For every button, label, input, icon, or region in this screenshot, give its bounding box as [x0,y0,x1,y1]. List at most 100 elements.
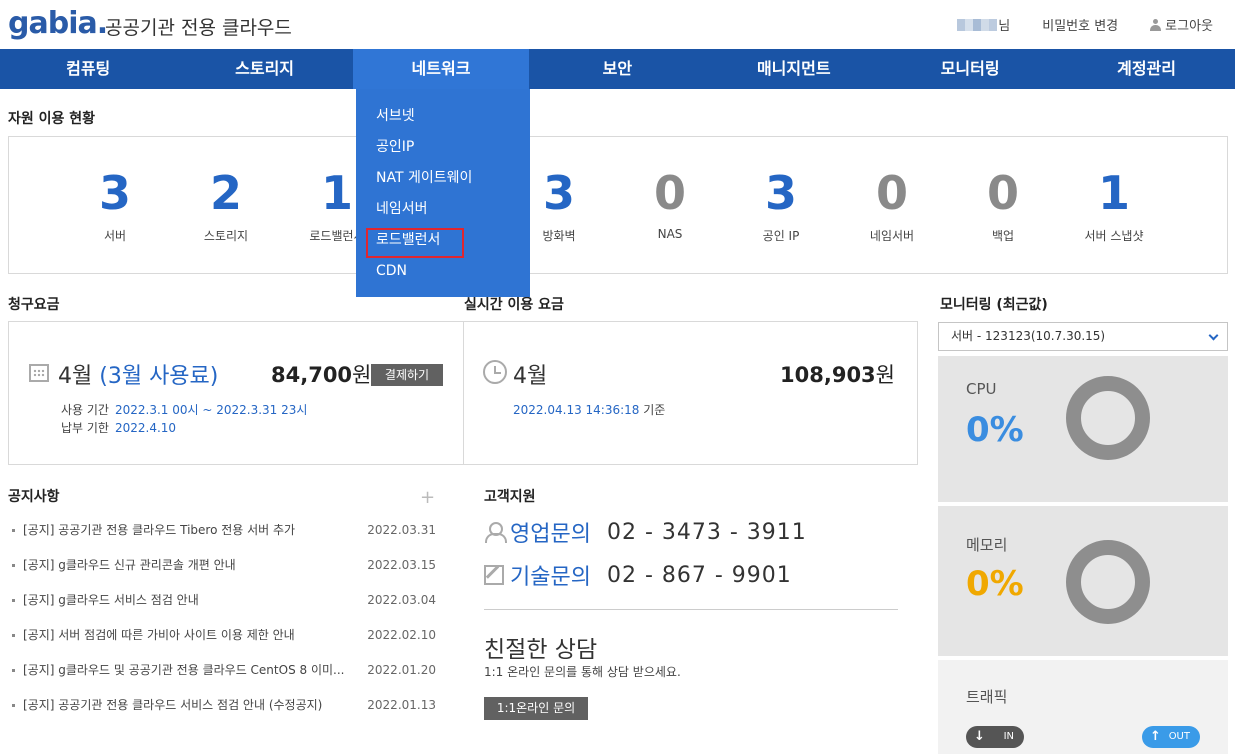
menu-item-public-ip[interactable]: 공인IP [356,134,530,165]
resources-title: 자원 이용 현황 [8,111,96,127]
billing-title: 청구요금 [8,297,60,313]
list-item[interactable]: [공지] 공공기관 전용 클라우드 Tibero 전용 서버 추가 2022.03… [12,516,438,551]
calendar-icon [29,364,49,382]
nav-item-monitoring[interactable]: 모니터링 [882,49,1058,89]
tech-phone: 02 - 867 - 9901 [606,562,792,588]
arrow-up-icon: ↑ [1150,729,1161,744]
server-select-value: 서버 - 123123(10.7.30.15) [951,329,1106,343]
divider [463,322,464,464]
plus-icon[interactable]: + [420,487,435,508]
nav-item-security[interactable]: 보안 [529,49,705,89]
online-inquiry-button[interactable]: 1:1온라인 문의 [484,697,588,720]
monitoring-title: 모니터링 (최근값) [940,297,1048,313]
billing-amount: 84,700원 [271,363,372,387]
resource-label: 서버 스냅샷 [1084,229,1144,243]
arrow-down-icon: ↓ [974,729,985,744]
nav-item-storage[interactable]: 스토리지 [176,49,352,89]
resource-server-snapshot[interactable]: 1 서버 스냅샷 [1059,165,1169,244]
support-title: 고객지원 [484,489,536,505]
sales-phone: 02 - 3473 - 3911 [606,519,807,545]
billing-usage-link[interactable]: (3월 사용료) [99,364,218,389]
person-icon [1150,18,1162,31]
notices-title: 공지사항 [8,489,60,505]
resource-count: 0 [875,166,908,220]
billing-due: 납부 기한 2022.4.10 [61,421,177,435]
resource-count: 0 [986,166,1019,220]
list-item[interactable]: [공지] g클라우드 및 공공기관 전용 클라우드 CentOS 8 이미...… [12,656,438,691]
resource-label: 서버 [103,229,127,243]
user-area: 님 비밀번호 변경 로그아웃 [957,15,1213,34]
list-item[interactable]: [공지] g클라우드 신규 관리콘솔 개편 안내 2022.03.15 [12,551,438,586]
resource-count: 3 [98,166,131,220]
realtime-title: 실시간 이용 요금 [464,297,564,313]
pay-button[interactable]: 결제하기 [371,364,443,386]
resource-backup[interactable]: 0 백업 [948,165,1058,244]
resource-label: 공인 IP [762,229,800,243]
traffic-out-toggle[interactable]: ↑ OUT [1142,726,1200,748]
menu-item-cdn[interactable]: CDN [356,258,530,289]
chevron-down-icon [1208,330,1219,341]
header: gabia. 공공기관 전용 클라우드 님 비밀번호 변경 로그아웃 [0,0,1235,49]
nav-item-computing[interactable]: 컴퓨팅 [0,49,176,89]
blurred-username [957,18,998,31]
tech-inquiry: 기술문의 02 - 867 - 9901 [484,559,792,591]
menu-item-load-balancer[interactable]: 로드밸런서 [356,227,530,258]
resource-count: 1 [1097,166,1130,220]
divider [484,609,898,610]
sales-label: 영업문의 [510,522,591,547]
cpu-label: CPU [966,380,997,398]
list-item[interactable]: [공지] 공공기관 전용 클라우드 서비스 점검 안내 (수정공지) 2022.0… [12,691,438,726]
site-subtitle: 공공기관 전용 클라우드 [105,17,292,39]
billing-period: 사용 기간 2022.3.1 00시 ~ 2022.3.31 23시 [61,403,308,417]
cpu-donut-chart [1066,376,1150,460]
traffic-in-toggle[interactable]: ↓ IN [966,726,1024,748]
consult-description: 1:1 온라인 문의를 통해 상담 받으세요. [484,665,681,679]
consult-title: 친절한 상담 [484,637,598,663]
list-item[interactable]: [공지] 서버 점검에 따른 가비아 사이트 이용 제한 안내 2022.02.1… [12,621,438,656]
main-nav: 컴퓨팅 스토리지 네트워크 보안 매니지먼트 모니터링 계정관리 [0,49,1235,89]
nav-item-management[interactable]: 매니지먼트 [706,49,882,89]
resource-nas[interactable]: 0 NAS [615,165,725,241]
user-suffix: 님 [998,19,1011,34]
sales-inquiry: 영업문의 02 - 3473 - 3911 [484,516,807,548]
change-password-link[interactable]: 비밀번호 변경 [1042,15,1118,34]
menu-item-subnet[interactable]: 서브넷 [356,103,530,134]
server-select[interactable]: 서버 - 123123(10.7.30.15) [938,322,1228,351]
traffic-card: 트래픽 ↓ IN ↑ OUT [938,660,1228,754]
cpu-card: CPU 0% [938,356,1228,502]
billing-month: 4월 (3월 사용료) [58,364,219,389]
menu-item-nat-gateway[interactable]: NAT 게이트웨이 [356,165,530,196]
resource-count: 0 [653,166,686,220]
resource-count: 3 [764,166,797,220]
resource-summary: 3 서버 2 스토리지 1 로드밸런서 3 방화벽 0 NAS 3 공인 IP … [8,136,1228,274]
resource-count: 2 [209,166,242,220]
cpu-value: 0% [966,410,1024,450]
nav-item-network[interactable]: 네트워크 [352,49,530,89]
resource-label: 백업 [991,229,1015,243]
tech-label: 기술문의 [510,565,591,590]
nav-item-account[interactable]: 계정관리 [1058,49,1234,89]
highlight-box [366,228,464,258]
resource-server[interactable]: 3 서버 [60,165,170,244]
realtime-month: 4월 [513,364,548,389]
resource-storage[interactable]: 2 스토리지 [171,165,281,244]
gabia-logo[interactable]: gabia. [8,6,108,41]
realtime-timestamp: 2022.04.13 14:36:18 기준 [513,403,666,417]
resource-label: 스토리지 [203,229,249,243]
list-item[interactable]: [공지] g클라우드 서비스 점검 안내 2022.03.04 [12,586,438,621]
memory-label: 메모리 [966,536,1008,554]
logout-link[interactable]: 로그아웃 [1165,15,1213,34]
memory-donut-chart [1066,540,1150,624]
resource-label: NAS [657,227,683,241]
network-dropdown-menu: 서브넷 공인IP NAT 게이트웨이 네임서버 로드밸런서 CDN [356,89,530,297]
notice-list: [공지] 공공기관 전용 클라우드 Tibero 전용 서버 추가 2022.03… [12,516,438,726]
realtime-amount: 108,903원 [780,363,895,387]
resource-label: 네임서버 [869,229,915,243]
menu-item-nameserver[interactable]: 네임서버 [356,196,530,227]
billing-panel: 4월 (3월 사용료) 84,700원 결제하기 사용 기간 2022.3.1 0… [8,321,918,465]
resource-nameserver[interactable]: 0 네임서버 [837,165,947,244]
edit-icon [484,565,504,585]
memory-value: 0% [966,564,1024,604]
resource-public-ip[interactable]: 3 공인 IP [726,165,836,244]
clock-icon [483,360,507,384]
